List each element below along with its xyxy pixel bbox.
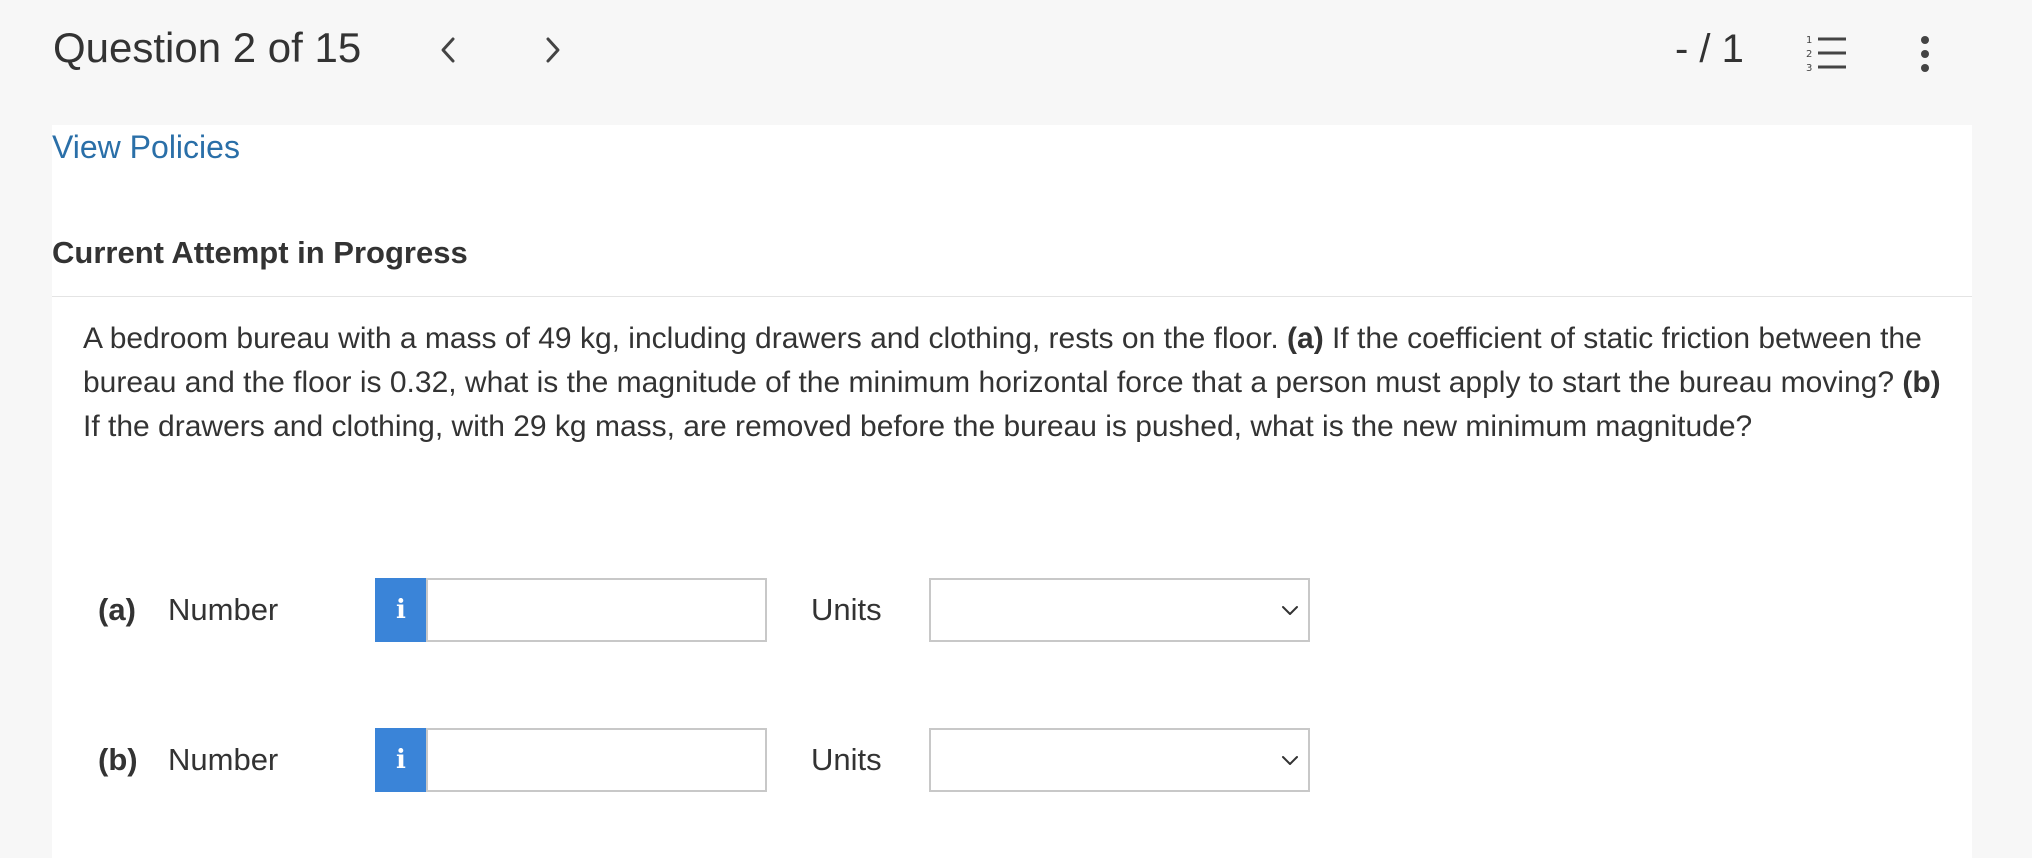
score-display: - / 1 [1675, 27, 1744, 71]
part-b-question: If the drawers and clothing, with 29 kg … [83, 410, 1753, 443]
part-label: (a) [98, 592, 136, 627]
number-input-b[interactable] [426, 728, 767, 792]
answer-row-a: (a) Number i Units [98, 578, 1310, 644]
question-counter: Question 2 of 15 [53, 24, 362, 71]
previous-question-button[interactable] [428, 30, 468, 70]
question-list-button[interactable]: 1 2 3 [1804, 32, 1852, 76]
number-input-a[interactable] [426, 578, 767, 642]
divider [52, 296, 1972, 297]
view-policies-link[interactable]: View Policies [52, 125, 240, 169]
part-b-tag: (b) [1902, 366, 1941, 399]
svg-text:1: 1 [1806, 35, 1812, 46]
part-label: (b) [98, 742, 138, 777]
number-label: Number [168, 742, 279, 777]
svg-text:2: 2 [1806, 49, 1812, 60]
numbered-list-icon: 1 2 3 [1806, 35, 1846, 74]
more-vertical-icon [1921, 36, 1929, 72]
answer-row-b: (b) Number i Units [98, 728, 1310, 794]
info-icon-button[interactable]: i [375, 728, 427, 792]
question-header: Question 2 of 15 - / 1 1 2 3 [0, 0, 2032, 125]
svg-text:3: 3 [1806, 63, 1812, 74]
question-panel: View Policies Current Attempt in Progres… [52, 125, 1972, 858]
question-intro: A bedroom bureau with a mass of 49 kg, i… [83, 322, 1288, 355]
chevron-down-icon [1282, 606, 1298, 615]
part-a-tag: (a) [1287, 322, 1324, 355]
attempt-status-heading: Current Attempt in Progress [52, 235, 468, 270]
chevron-left-icon [441, 37, 455, 63]
chevron-down-icon [1282, 756, 1298, 765]
number-label: Number [168, 592, 279, 627]
units-label: Units [811, 742, 882, 777]
question-text: A bedroom bureau with a mass of 49 kg, i… [83, 317, 1953, 449]
chevron-right-icon [546, 37, 560, 63]
units-label: Units [811, 592, 882, 627]
more-options-button[interactable] [1908, 32, 1942, 76]
units-dropdown-b[interactable] [929, 728, 1310, 792]
info-icon-button[interactable]: i [375, 578, 427, 642]
next-question-button[interactable] [533, 30, 573, 70]
units-dropdown-a[interactable] [929, 578, 1310, 642]
